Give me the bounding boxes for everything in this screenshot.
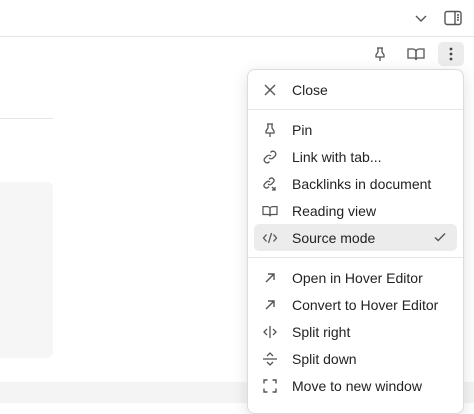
backlinks-icon	[262, 176, 278, 192]
tab-bar	[0, 0, 474, 37]
more-options-menu: Close Pin Link with tab... Backlinks in …	[247, 69, 464, 414]
menu-item-label: Backlinks in document	[292, 175, 432, 192]
menu-item-close[interactable]: Close	[254, 76, 457, 103]
content-divider	[0, 118, 53, 119]
menu-item-link-with-tab[interactable]: Link with tab...	[254, 143, 457, 170]
more-options-icon[interactable]	[438, 42, 464, 66]
menu-item-label: Split down	[292, 350, 357, 367]
menu-item-label: Split right	[292, 323, 351, 340]
menu-item-label: Source mode	[292, 229, 376, 246]
pin-icon[interactable]	[367, 42, 393, 66]
menu-item-open-in-hover-editor[interactable]: Open in Hover Editor	[254, 264, 457, 291]
content-code-block	[0, 182, 53, 358]
code-icon	[262, 230, 278, 246]
menu-item-label: Pin	[292, 121, 313, 138]
link-icon	[262, 149, 278, 165]
checkmark-icon	[433, 230, 447, 244]
menu-item-convert-to-hover-editor[interactable]: Convert to Hover Editor	[254, 291, 457, 318]
menu-item-label: Link with tab...	[292, 148, 382, 165]
menu-item-label: Close	[292, 81, 328, 98]
split-vertical-icon	[262, 324, 278, 340]
menu-separator	[248, 109, 463, 110]
x-icon	[262, 82, 278, 98]
menu-item-label: Open in Hover Editor	[292, 269, 423, 286]
arrow-up-right-icon	[262, 297, 278, 313]
menu-item-label: Convert to Hover Editor	[292, 296, 439, 313]
split-horizontal-icon	[262, 351, 278, 367]
right-sidebar-toggle-icon[interactable]	[440, 6, 466, 30]
book-open-icon	[262, 203, 278, 219]
view-header	[0, 37, 474, 73]
arrow-up-right-icon	[262, 270, 278, 286]
menu-item-backlinks[interactable]: Backlinks in document	[254, 170, 457, 197]
menu-item-split-down[interactable]: Split down	[254, 345, 457, 372]
menu-item-source-mode[interactable]: Source mode	[254, 224, 457, 251]
menu-item-split-right[interactable]: Split right	[254, 318, 457, 345]
pin-icon	[262, 122, 278, 138]
menu-item-label: Move to new window	[292, 377, 422, 394]
menu-item-reading-view[interactable]: Reading view	[254, 197, 457, 224]
maximize-icon	[262, 378, 278, 394]
menu-separator	[248, 257, 463, 258]
book-open-icon[interactable]	[403, 42, 429, 66]
chevron-down-icon[interactable]	[408, 6, 434, 30]
menu-item-label: Reading view	[292, 202, 377, 219]
menu-item-move-to-new-window[interactable]: Move to new window	[254, 372, 457, 399]
menu-item-pin[interactable]: Pin	[254, 116, 457, 143]
